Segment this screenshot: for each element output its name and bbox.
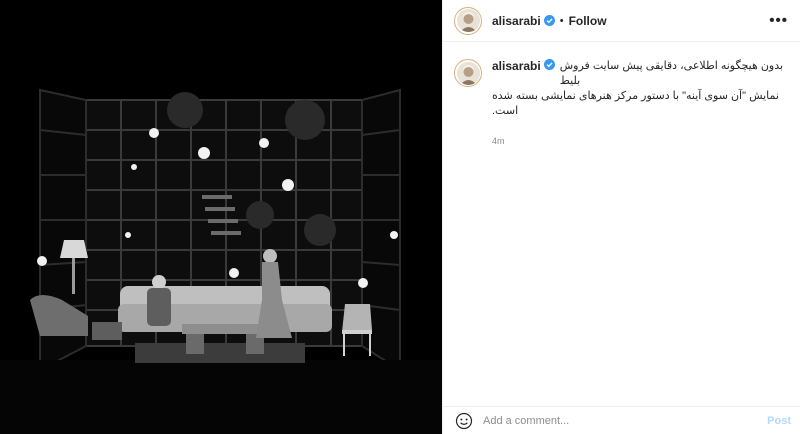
caption: alisarabi بدون هیچگونه اطلاعی، دقایقی پی… (443, 42, 800, 146)
verified-badge-icon (543, 59, 555, 70)
post-comment-button[interactable]: Post (767, 415, 791, 427)
follow-button[interactable]: Follow (569, 14, 607, 28)
post-header: alisarabi • Follow ••• (443, 0, 800, 42)
post-sidebar: alisarabi • Follow ••• alisarabi بدون هی… (442, 0, 800, 434)
post-timestamp[interactable]: 4m (492, 136, 788, 146)
avatar-portrait-icon (456, 61, 480, 85)
smiley-icon[interactable] (455, 412, 473, 430)
post-container: alisarabi • Follow ••• alisarabi بدون هی… (0, 0, 800, 434)
verified-badge-icon (543, 15, 555, 26)
comment-bar: Post (443, 406, 800, 434)
caption-text-line2: نمایش "آن سوی آینه" با دستور مرکز هنرهای… (492, 90, 779, 117)
stage-photo (0, 0, 442, 434)
post-image[interactable] (0, 0, 442, 434)
more-options-button[interactable]: ••• (769, 12, 788, 29)
header-separator: • (559, 14, 564, 27)
avatar-portrait-icon (456, 9, 480, 32)
caption-avatar[interactable] (454, 59, 482, 87)
caption-first-line: alisarabi بدون هیچگونه اطلاعی، دقایقی پی… (492, 59, 788, 89)
caption-body: alisarabi بدون هیچگونه اطلاعی، دقایقی پی… (492, 59, 788, 146)
header-username[interactable]: alisarabi (492, 14, 541, 28)
caption-username[interactable]: alisarabi (492, 59, 541, 73)
avatar-image (456, 9, 480, 32)
comment-input[interactable] (483, 414, 743, 427)
caption-text-line1: بدون هیچگونه اطلاعی، دقایقی پیش سایت فرو… (559, 60, 784, 87)
caption-avatar-image (456, 61, 480, 85)
avatar[interactable] (454, 6, 482, 35)
